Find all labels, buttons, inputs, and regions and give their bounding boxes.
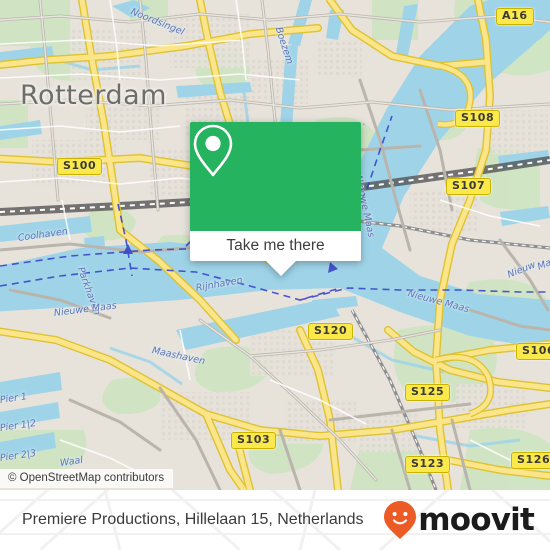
road-shield-s125: S125 xyxy=(405,384,451,401)
moovit-map-screenshot: Noordsingel Boezem Coolhaven Parkhaven Nieuw… xyxy=(0,0,550,550)
road-shield-s106: S106 xyxy=(516,343,550,360)
road-shield-s126: S126 xyxy=(511,452,550,469)
location-pin-icon xyxy=(193,124,233,177)
callout-pointer-tail xyxy=(265,260,297,276)
moovit-smiley-pin-icon xyxy=(384,501,417,539)
place-callout-card[interactable]: Take me there xyxy=(190,122,361,276)
road-shield-s103: S103 xyxy=(231,432,277,449)
callout-pin-area xyxy=(190,122,361,231)
osm-attribution[interactable]: © OpenStreetMap contributors xyxy=(0,469,174,488)
moovit-logo[interactable]: moovit xyxy=(383,490,535,550)
road-shield-s123: S123 xyxy=(405,456,451,473)
place-address: Premiere Productions, Hillelaan 15, Neth… xyxy=(22,511,364,528)
take-me-there-button[interactable]: Take me there xyxy=(190,231,361,261)
road-shield-s100: S100 xyxy=(57,158,103,175)
moovit-wordmark: moovit xyxy=(418,501,535,538)
map-canvas[interactable]: Noordsingel Boezem Coolhaven Parkhaven Nieuw… xyxy=(0,0,550,490)
take-me-there-label: Take me there xyxy=(226,237,325,254)
road-shield-s108: S108 xyxy=(455,110,501,127)
road-shield-s120: S120 xyxy=(308,323,354,340)
road-shield-s107: S107 xyxy=(446,178,492,195)
road-shield-a16: A16 xyxy=(496,8,534,25)
footer-bar: Premiere Productions, Hillelaan 15, Neth… xyxy=(0,490,550,550)
